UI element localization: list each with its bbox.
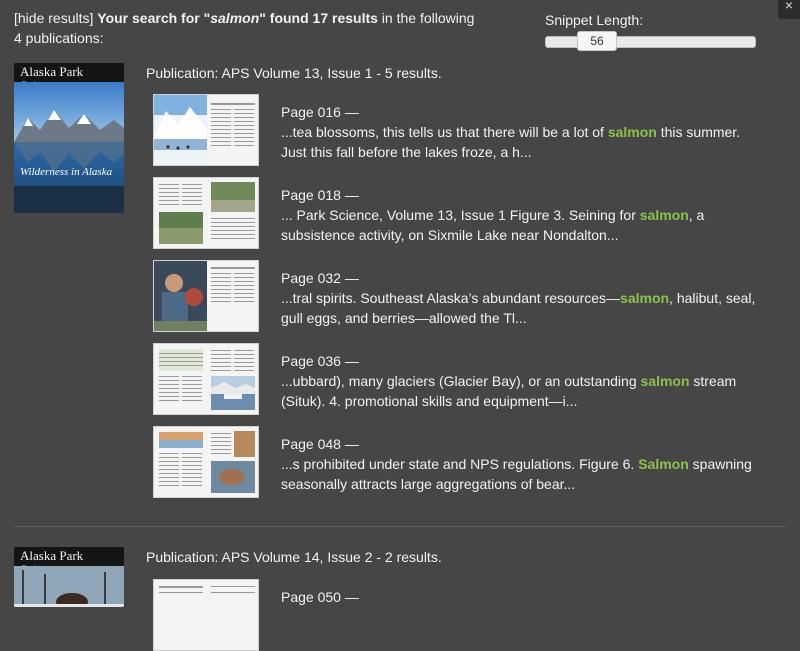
cover-image	[14, 566, 124, 607]
page-thumbnail[interactable]	[153, 260, 259, 332]
publication-cover[interactable]: Alaska Park Science Wilderness in Alaska	[14, 63, 124, 213]
result-page[interactable]: Page 016 —	[281, 102, 761, 122]
publication-header: Publication: APS Volume 14, Issue 2 - 2 …	[146, 549, 442, 565]
result-snippet: ... Park Science, Volume 13, Issue 1 Fig…	[281, 205, 761, 245]
hide-results-link[interactable]: [hide results]	[14, 10, 93, 26]
publication-header: Publication: APS Volume 13, Issue 1 - 5 …	[146, 65, 442, 81]
result-page[interactable]: Page 048 —	[281, 434, 761, 454]
close-icon[interactable]: ×	[778, 0, 800, 19]
result-item[interactable]: Page 032 — ...tral spirits. Southeast Al…	[153, 260, 793, 332]
snippet-pre: ...tea blossoms, this tells us that ther…	[281, 124, 608, 140]
result-page[interactable]: Page 036 —	[281, 351, 761, 371]
page-thumbnail[interactable]	[153, 177, 259, 249]
publication-divider	[14, 526, 786, 527]
result-text: Page 048 — ...s prohibited under state a…	[281, 434, 761, 494]
snippet-highlight: salmon	[620, 290, 670, 306]
result-item[interactable]: Page 050 —	[153, 579, 793, 651]
snippet-length-control: Snippet Length: 56	[545, 11, 760, 51]
cover-title: Alaska Park Science	[14, 63, 124, 93]
cover-image	[14, 82, 124, 213]
result-item[interactable]: Page 048 — ...s prohibited under state a…	[153, 426, 793, 498]
result-text: Page 036 — ...ubbard), many glaciers (Gl…	[281, 351, 761, 411]
snippet-length-label: Snippet Length:	[545, 12, 644, 28]
cover-subtitle: Wilderness in Alaska	[20, 166, 113, 178]
snippet-highlight: Salmon	[638, 456, 689, 472]
snippet-pre: ...s prohibited under state and NPS regu…	[281, 456, 639, 472]
snippet-pre: ...ubbard), many glaciers (Glacier Bay),…	[281, 373, 641, 389]
snippet-pre: ...tral spirits. Southeast Alaska’s abun…	[281, 290, 621, 306]
result-snippet: ...ubbard), many glaciers (Glacier Bay),…	[281, 371, 761, 411]
result-snippet: ...tral spirits. Southeast Alaska’s abun…	[281, 288, 761, 328]
snippet-highlight: salmon	[640, 373, 690, 389]
result-page[interactable]: Page 050 —	[281, 587, 761, 607]
result-text: Page 016 — ...tea blossoms, this tells u…	[281, 102, 761, 162]
result-text: Page 032 — ...tral spirits. Southeast Al…	[281, 268, 761, 328]
page-thumbnail[interactable]	[153, 579, 259, 651]
result-text: Page 050 —	[281, 587, 761, 607]
cover-title: Alaska Park Science	[14, 547, 124, 577]
snippet-length-handle[interactable]: 56	[577, 31, 617, 51]
snippet-pre: ... Park Science, Volume 13, Issue 1 Fig…	[281, 207, 640, 223]
snippet-highlight: salmon	[639, 207, 689, 223]
snippet-highlight: salmon	[607, 124, 657, 140]
page-thumbnail[interactable]	[153, 94, 259, 166]
result-page[interactable]: Page 018 —	[281, 185, 761, 205]
result-page[interactable]: Page 032 —	[281, 268, 761, 288]
result-text: Page 018 — ... Park Science, Volume 13, …	[281, 185, 761, 245]
result-snippet: ...s prohibited under state and NPS regu…	[281, 454, 761, 494]
result-item[interactable]: Page 018 — ... Park Science, Volume 13, …	[153, 177, 793, 249]
publication-cover[interactable]: Alaska Park Science	[14, 547, 124, 607]
result-item[interactable]: Page 036 — ...ubbard), many glaciers (Gl…	[153, 343, 793, 415]
search-term: salmon	[210, 10, 260, 26]
result-snippet: ...tea blossoms, this tells us that ther…	[281, 122, 761, 162]
result-item[interactable]: Page 016 — ...tea blossoms, this tells u…	[153, 94, 793, 166]
page-thumbnail[interactable]	[153, 343, 259, 415]
summary-post: " found 17 results	[259, 10, 378, 26]
search-summary: [hide results] Your search for "salmon" …	[14, 8, 484, 48]
summary-pre: Your search for "	[97, 10, 211, 26]
page-thumbnail[interactable]	[153, 426, 259, 498]
